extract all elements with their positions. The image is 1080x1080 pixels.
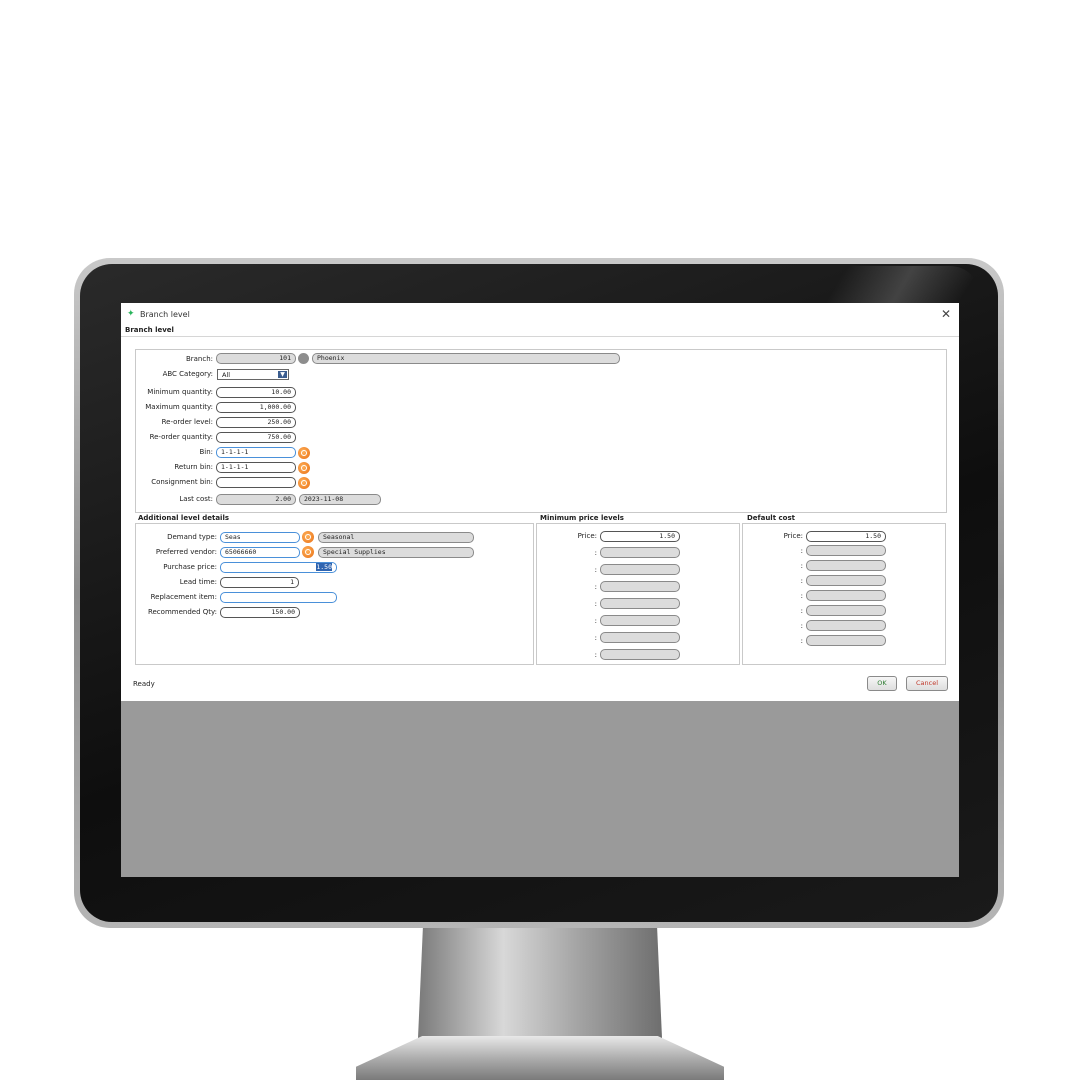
cost-level-7-label: : xyxy=(800,622,803,630)
recommended-qty-field: 150.00 xyxy=(220,607,300,618)
last-cost-label: Last cost: xyxy=(179,495,213,503)
preferred-vendor-field[interactable]: 65066660 xyxy=(220,547,300,558)
demand-type-lookup-icon[interactable] xyxy=(302,531,314,543)
min-level-8-label: : xyxy=(594,651,597,659)
min-price-label: Price: xyxy=(577,532,597,540)
vendor-name-field: Special Supplies xyxy=(318,547,474,558)
header-divider xyxy=(121,336,959,337)
min-level-5-field[interactable] xyxy=(600,598,680,609)
demand-type-field[interactable]: Seas xyxy=(220,532,300,543)
branch-field[interactable]: 101 xyxy=(216,353,296,364)
cost-level-3-label: : xyxy=(800,562,803,570)
return-bin-field[interactable]: 1-1-1-1 xyxy=(216,462,296,473)
min-qty-label: Minimum quantity: xyxy=(147,388,213,396)
reorder-level-field[interactable]: 250.00 xyxy=(216,417,296,428)
cost-level-8-label: : xyxy=(800,637,803,645)
abc-category-select[interactable]: All ▼ xyxy=(217,369,289,380)
status-text: Ready xyxy=(133,680,155,688)
default-price-field[interactable]: 1.50 xyxy=(806,531,886,542)
app-logo-icon: ✦ xyxy=(127,309,135,319)
min-price-levels-title: Minimum price levels xyxy=(540,514,624,522)
min-level-8-field[interactable] xyxy=(600,649,680,660)
return-bin-lookup-icon[interactable] xyxy=(298,462,310,474)
min-level-6-label: : xyxy=(594,617,597,625)
branch-label: Branch: xyxy=(185,355,213,363)
dialog-header: Branch level xyxy=(125,326,174,334)
monitor-screen: ✦ Branch level ✕ Branch level Branch: 10… xyxy=(121,303,959,877)
branch-name-field: Phoenix xyxy=(312,353,620,364)
additional-details-title: Additional level details xyxy=(138,514,230,522)
cost-level-2-label: : xyxy=(800,547,803,555)
max-qty-field[interactable]: 1,000.00 xyxy=(216,402,296,413)
title-bar: ✦ Branch level ✕ xyxy=(121,303,959,323)
monitor-gloss xyxy=(780,266,980,306)
ok-button[interactable]: OK xyxy=(867,676,897,691)
branch-status-indicator xyxy=(298,353,309,364)
abc-category-label: ABC Category: xyxy=(162,370,213,378)
cost-level-2-field[interactable] xyxy=(806,545,886,556)
demand-type-label: Demand type: xyxy=(167,533,217,541)
min-level-7-label: : xyxy=(594,634,597,642)
bin-field[interactable]: 1-1-1-1 xyxy=(216,447,296,458)
min-qty-field[interactable]: 10.00 xyxy=(216,387,296,398)
vendor-lookup-icon[interactable] xyxy=(302,546,314,558)
last-cost-date-field: 2023-11-08 xyxy=(299,494,381,505)
cost-level-6-field[interactable] xyxy=(806,605,886,616)
last-cost-field: 2.00 xyxy=(216,494,296,505)
replacement-item-label: Replacement item: xyxy=(150,593,217,601)
consignment-bin-label: Consignment bin: xyxy=(151,478,213,486)
lead-time-field[interactable]: 1 xyxy=(220,577,299,588)
max-qty-label: Maximum quantity: xyxy=(145,403,213,411)
abc-category-value: All xyxy=(222,371,231,379)
min-price-field[interactable]: 1.50 xyxy=(600,531,680,542)
min-level-4-label: : xyxy=(594,583,597,591)
default-price-label: Price: xyxy=(783,532,803,540)
cost-level-8-field[interactable] xyxy=(806,635,886,646)
cost-level-3-field[interactable] xyxy=(806,560,886,571)
reorder-qty-field[interactable]: 750.00 xyxy=(216,432,296,443)
min-level-5-label: : xyxy=(594,600,597,608)
min-level-2-label: : xyxy=(594,549,597,557)
cancel-button[interactable]: Cancel xyxy=(906,676,948,691)
cost-level-5-field[interactable] xyxy=(806,590,886,601)
consignment-bin-lookup-icon[interactable] xyxy=(298,477,310,489)
min-level-2-field[interactable] xyxy=(600,547,680,558)
monitor-stand-neck xyxy=(418,928,662,1038)
purchase-price-label: Purchase price: xyxy=(163,563,217,571)
min-level-6-field[interactable] xyxy=(600,615,680,626)
min-level-3-field[interactable] xyxy=(600,564,680,575)
bin-lookup-icon[interactable] xyxy=(298,447,310,459)
return-bin-label: Return bin: xyxy=(174,463,213,471)
purchase-price-field[interactable]: 1.50 xyxy=(220,562,337,573)
cost-level-6-label: : xyxy=(800,607,803,615)
reorder-level-label: Re-order level: xyxy=(161,418,213,426)
cost-level-4-label: : xyxy=(800,577,803,585)
cost-level-5-label: : xyxy=(800,592,803,600)
monitor-stand-base xyxy=(356,1036,724,1080)
min-price-levels-panel xyxy=(536,523,740,665)
preferred-vendor-label: Preferred vendor: xyxy=(155,548,217,556)
min-level-4-field[interactable] xyxy=(600,581,680,592)
bin-label: Bin: xyxy=(199,448,213,456)
demand-type-desc-field: Seasonal xyxy=(318,532,474,543)
lead-time-label: Lead time: xyxy=(179,578,217,586)
cost-level-4-field[interactable] xyxy=(806,575,886,586)
recommended-qty-label: Recommended Qty: xyxy=(147,608,217,616)
purchase-price-value: 1.50 xyxy=(316,563,332,571)
cost-level-7-field[interactable] xyxy=(806,620,886,631)
consignment-bin-field[interactable] xyxy=(216,477,296,488)
close-button[interactable]: ✕ xyxy=(939,307,953,321)
min-level-7-field[interactable] xyxy=(600,632,680,643)
reorder-qty-label: Re-order quantity: xyxy=(149,433,213,441)
chevron-down-icon[interactable]: ▼ xyxy=(278,371,287,378)
replacement-item-field[interactable] xyxy=(220,592,337,603)
min-level-3-label: : xyxy=(594,566,597,574)
default-cost-title: Default cost xyxy=(747,514,795,522)
window-title: Branch level xyxy=(140,310,190,319)
branch-level-dialog: ✦ Branch level ✕ Branch level Branch: 10… xyxy=(121,303,959,701)
